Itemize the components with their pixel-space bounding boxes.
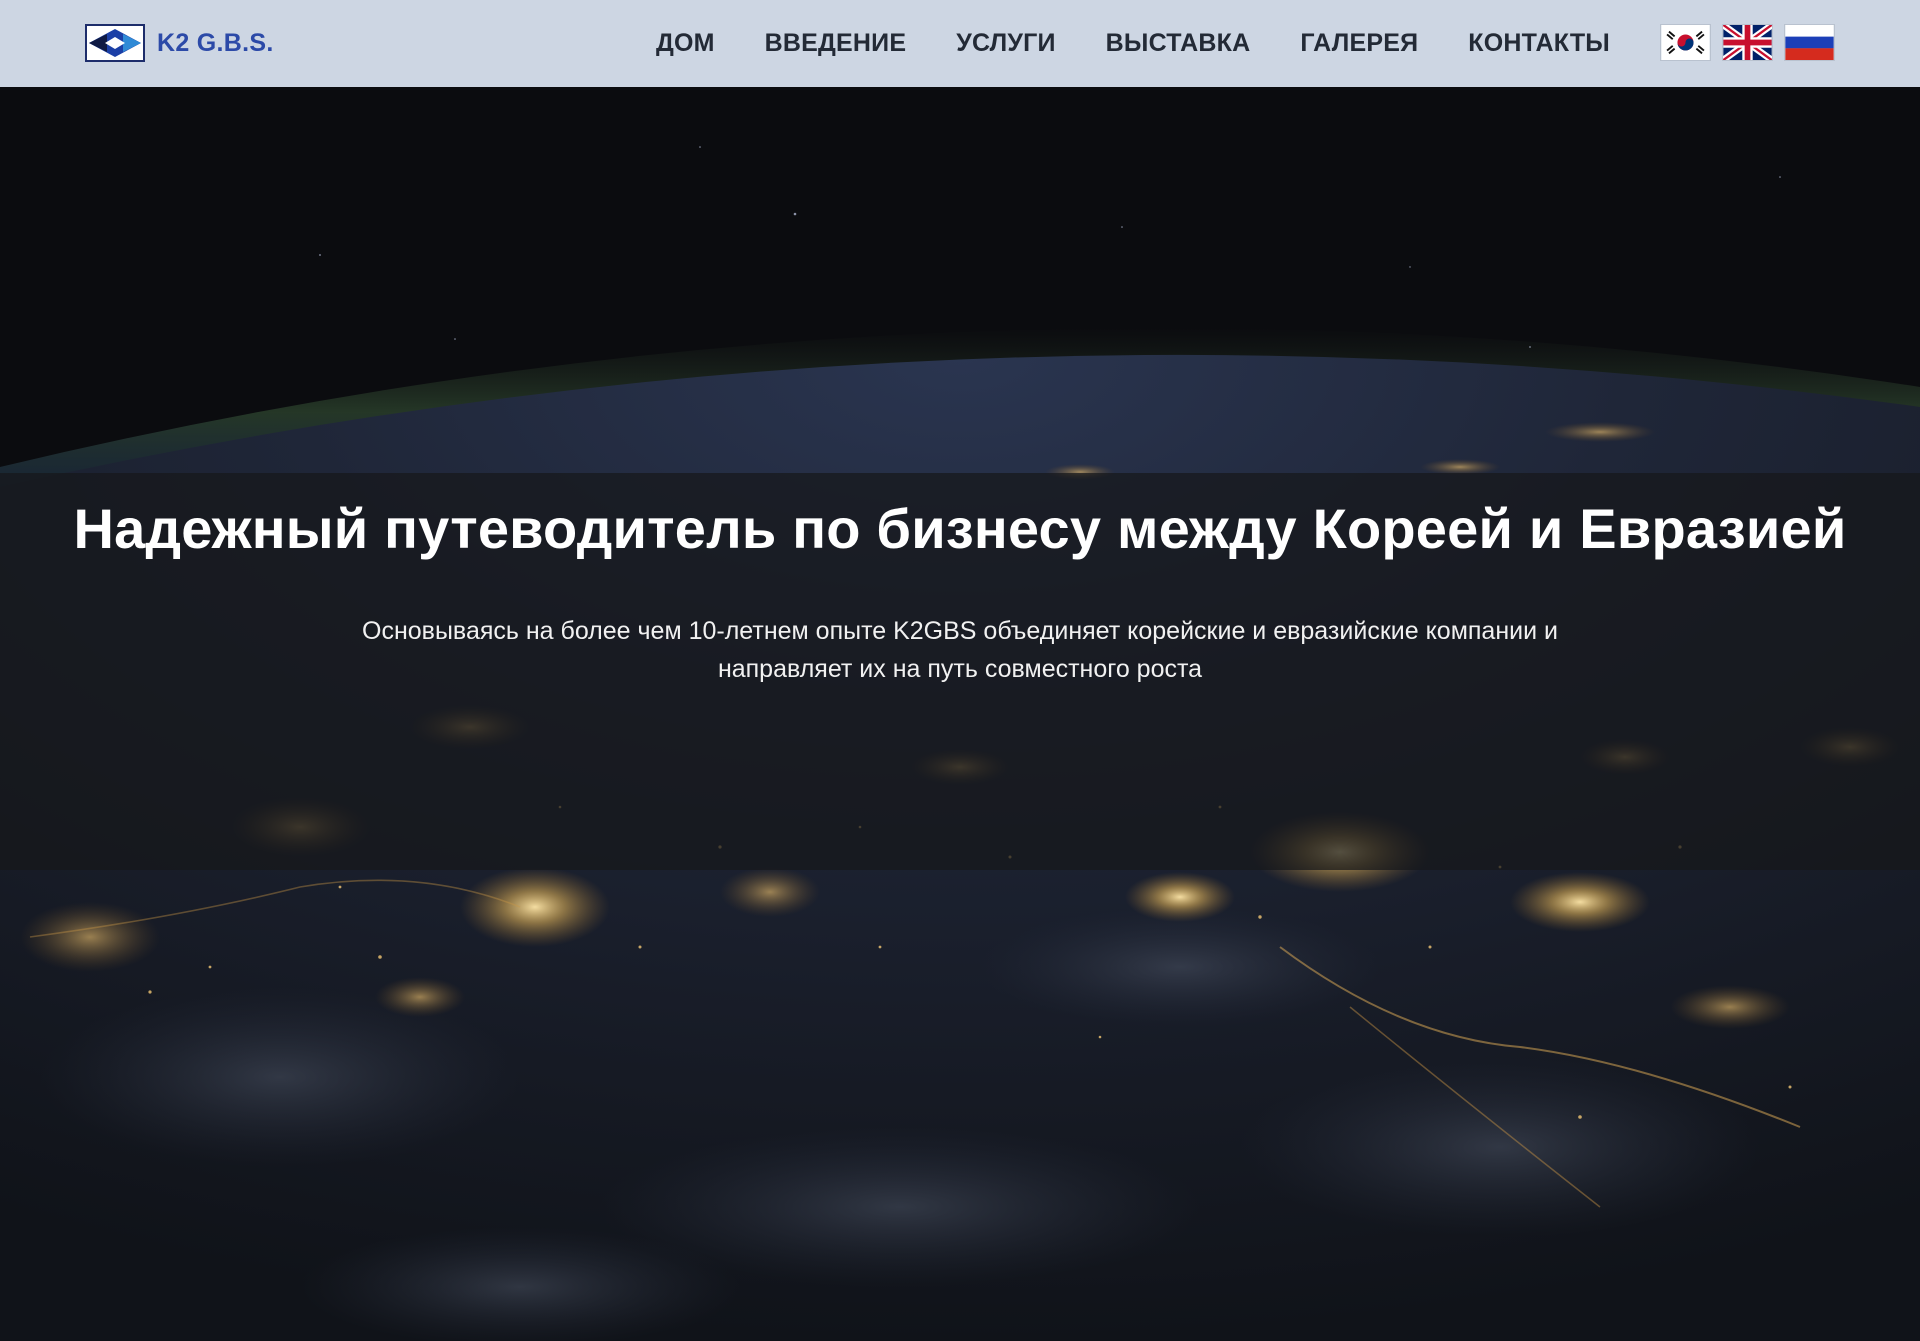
hero-subtitle: Основываясь на более чем 10-летнем опыте… — [310, 612, 1610, 688]
nav-item-exhibition[interactable]: ВЫСТАВКА — [1106, 29, 1251, 58]
uk-flag-icon[interactable] — [1722, 24, 1773, 61]
site-header: K2 G.B.S. ДОМ ВВЕДЕНИЕ УСЛУГИ ВЫСТАВКА Г… — [0, 0, 1920, 87]
nav-item-services[interactable]: УСЛУГИ — [956, 29, 1055, 58]
language-switcher — [1660, 24, 1835, 61]
nav-item-gallery[interactable]: ГАЛЕРЕЯ — [1300, 29, 1418, 58]
k2-logo-icon — [85, 24, 145, 62]
brand-home-link[interactable]: K2 G.B.S. — [85, 24, 274, 62]
nav-item-introduction[interactable]: ВВЕДЕНИЕ — [765, 29, 907, 58]
hero-subtitle-line-2: направляет их на путь совместного роста — [717, 655, 1203, 683]
hero-section — [0, 87, 1920, 1341]
hero-subtitle-line-1: Основываясь на более чем 10-летнем опыте… — [362, 617, 1558, 645]
nav-item-home[interactable]: ДОМ — [656, 29, 715, 58]
korea-flag-icon[interactable] — [1660, 24, 1711, 61]
hero-title: Надежный путеводитель по бизнесу между К… — [73, 497, 1847, 560]
brand-name: K2 G.B.S. — [157, 28, 274, 57]
nav-item-contacts[interactable]: КОНТАКТЫ — [1468, 29, 1610, 58]
russia-flag-icon[interactable] — [1784, 24, 1835, 61]
main-navigation: ДОМ ВВЕДЕНИЕ УСЛУГИ ВЫСТАВКА ГАЛЕРЕЯ КОН… — [606, 0, 1610, 87]
